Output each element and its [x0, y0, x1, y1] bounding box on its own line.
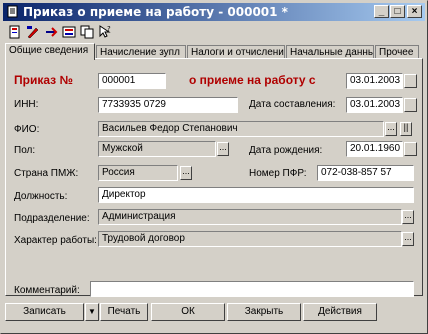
comment-label: Комментарий:	[14, 285, 80, 296]
print-button[interactable]: Печать	[100, 303, 148, 321]
maximize-button[interactable]: □	[390, 5, 405, 18]
copy-icon[interactable]	[79, 24, 95, 40]
fio-open-button[interactable]: ||	[400, 122, 412, 136]
work-type-select-button[interactable]: ...	[402, 232, 414, 246]
edit-icon[interactable]	[25, 24, 41, 40]
close-form-button[interactable]: Закрыть	[227, 303, 301, 321]
tab-initial-data[interactable]: Начальные данные	[286, 45, 374, 59]
pfr-label: Номер ПФР:	[249, 168, 307, 179]
inn-field[interactable]: 7733935 0729	[98, 97, 238, 113]
position-label: Должность:	[14, 191, 68, 202]
order-number-label: Приказ №	[14, 73, 73, 87]
start-date-field[interactable]: 03.01.2003	[346, 73, 403, 89]
sex-select-button[interactable]: ...	[217, 142, 229, 156]
doc-date-label: Дата составления:	[249, 99, 336, 110]
tab-general[interactable]: Общие сведения	[5, 43, 95, 60]
ok-button[interactable]: ОК	[151, 303, 225, 321]
birth-date-field[interactable]: 20.01.1960	[346, 141, 403, 157]
country-label: Страна ПМЖ:	[14, 168, 79, 179]
country-field[interactable]: Россия	[98, 165, 178, 181]
title-bar[interactable]: Приказ о приеме на работу - 000001 * _ □…	[3, 3, 425, 21]
fio-field[interactable]: Васильев Федор Степанович	[98, 121, 384, 137]
department-field[interactable]: Администрация	[98, 209, 402, 225]
department-select-button[interactable]: ...	[402, 210, 414, 224]
birth-date-calendar-icon[interactable]	[404, 142, 417, 156]
general-panel: Приказ № 000001 о приеме на работу с 03.…	[5, 58, 423, 297]
tab-accruals[interactable]: Начисление зупл	[96, 45, 186, 59]
pfr-field[interactable]: 072-038-857 57	[317, 165, 414, 181]
position-field[interactable]: Директор	[98, 187, 414, 203]
birth-date-label: Дата рождения:	[249, 145, 323, 156]
close-button[interactable]: ×	[407, 5, 422, 18]
toolbar: ?	[5, 23, 425, 41]
window-title: Приказ о приеме на работу - 000001 *	[23, 5, 288, 19]
order-number-field[interactable]: 000001	[98, 73, 166, 89]
fio-label: ФИО:	[14, 124, 40, 135]
help-pointer-icon[interactable]: ?	[97, 24, 113, 40]
save-button[interactable]: Записать	[5, 303, 84, 321]
country-select-button[interactable]: ...	[180, 166, 192, 180]
save-dropdown-button[interactable]: ▼	[85, 303, 99, 321]
start-date-calendar-icon[interactable]	[404, 74, 417, 88]
doc-date-field[interactable]: 03.01.2003	[346, 97, 403, 113]
list-icon[interactable]	[61, 24, 77, 40]
tab-other[interactable]: Прочее	[375, 45, 419, 59]
new-doc-icon[interactable]	[7, 24, 23, 40]
work-type-field[interactable]: Трудовой договор	[98, 231, 402, 247]
fio-select-button[interactable]: ...	[385, 122, 397, 136]
tab-strip: Общие сведения Начисление зупл Налоги и …	[5, 43, 425, 60]
order-title-label: о приеме на работу с	[189, 73, 316, 87]
order-window: Приказ о приеме на работу - 000001 * _ □…	[0, 0, 428, 334]
sex-label: Пол:	[14, 145, 36, 156]
sex-field[interactable]: Мужской	[98, 141, 216, 157]
department-label: Подразделение:	[14, 213, 90, 224]
minimize-button[interactable]: _	[374, 5, 389, 18]
document-icon	[7, 5, 18, 18]
work-type-label: Характер работы:	[14, 235, 97, 246]
tab-taxes[interactable]: Налоги и отчисления	[187, 45, 285, 59]
svg-text:?: ?	[107, 25, 111, 33]
actions-button[interactable]: Действия	[303, 303, 377, 321]
comment-field[interactable]	[90, 281, 414, 297]
inn-label: ИНН:	[14, 99, 39, 110]
arrow-right-icon[interactable]	[43, 24, 59, 40]
doc-date-calendar-icon[interactable]	[404, 98, 417, 112]
